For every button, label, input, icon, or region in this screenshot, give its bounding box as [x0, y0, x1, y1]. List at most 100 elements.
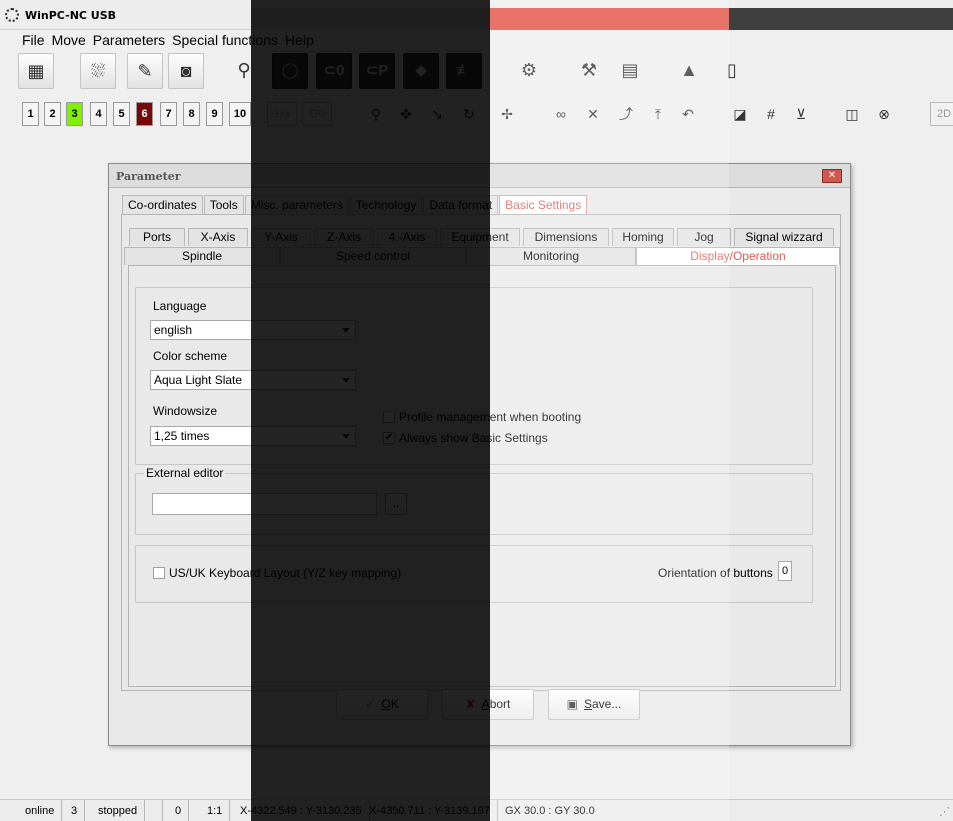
color-scheme-select[interactable]: Aqua Light Slate: [150, 370, 356, 390]
clapper-icon[interactable]: ▦: [18, 53, 54, 89]
probe-icon[interactable]: ⚲: [226, 53, 262, 89]
crossed-axes-icon[interactable]: ✕: [580, 102, 606, 126]
cube-icon[interactable]: ◫: [839, 102, 865, 126]
calculator-icon[interactable]: ▤: [612, 53, 648, 89]
slot-button-5[interactable]: 5: [113, 102, 130, 126]
ok-button[interactable]: ✓ OK: [336, 689, 428, 720]
view-2d-button[interactable]: 2D: [930, 102, 953, 126]
menu-move[interactable]: Move: [52, 32, 86, 50]
pen-icon[interactable]: ✎: [127, 53, 163, 89]
warning-icon[interactable]: ▲: [671, 53, 707, 89]
subtab-z-axis[interactable]: Z-Axis: [314, 228, 374, 246]
move-cross-icon[interactable]: ✥: [393, 102, 419, 126]
menu-file[interactable]: File: [22, 32, 45, 50]
external-editor-group: External editor ..: [135, 466, 813, 535]
goto-park-button[interactable]: ⊂P: [359, 53, 395, 89]
tab-misc-parameters[interactable]: Misc. parameters: [244, 195, 349, 215]
slot-button-10[interactable]: 10: [229, 102, 251, 126]
menu-parameters[interactable]: Parameters: [93, 32, 165, 50]
subtab-y-axis[interactable]: Y-Axis: [251, 228, 311, 246]
status-bar: online 3 stopped 0 1:1 X-4322.549 : Y-31…: [0, 799, 953, 821]
tab-basic-settings[interactable]: Basic Settings: [499, 195, 588, 215]
menu-bar: File Move Parameters Special functions H…: [0, 32, 314, 50]
subtab-jog[interactable]: Jog: [677, 228, 731, 246]
speed-1xx-button[interactable]: 1xx: [267, 102, 297, 126]
status-coords-2: X-4350.711 : Y-3139.197: [362, 800, 498, 821]
rotate-icon[interactable]: ↻: [456, 102, 482, 126]
subtab-display-operation[interactable]: Display/Operation: [636, 247, 840, 265]
tool-change-icon[interactable]: ≢: [446, 53, 482, 89]
book-icon[interactable]: ▯: [714, 53, 750, 89]
window-controls: ✕: [879, 10, 945, 24]
tab-tools[interactable]: Tools: [203, 195, 244, 215]
menu-special-functions[interactable]: Special functions: [172, 32, 278, 50]
keyboard-layout-label: US/UK Keyboard Layout (Y/Z key mapping): [169, 566, 402, 580]
subtab-homing[interactable]: Homing: [612, 228, 674, 246]
always-show-basic-settings-label: Always show Basic Settings: [399, 431, 548, 445]
camera-icon[interactable]: ◙: [168, 53, 204, 89]
abort-button[interactable]: ✘ Abort: [442, 689, 534, 720]
profile-management-label: Profile management when booting: [399, 410, 582, 424]
windowsize-select[interactable]: 1,25 times: [150, 426, 356, 446]
slot-button-7[interactable]: 7: [160, 102, 177, 126]
check-icon: ✓: [365, 697, 376, 711]
glasses-icon[interactable]: ∞: [548, 102, 574, 126]
pointer-icon[interactable]: ✢: [494, 102, 520, 126]
undo-icon[interactable]: ↶: [675, 102, 701, 126]
fill-icon[interactable]: ◪: [727, 102, 753, 126]
scale-100-icon[interactable]: ⤒: [645, 102, 671, 126]
goto-zero-button[interactable]: ⊂0: [316, 53, 352, 89]
diagonal-icon[interactable]: ↘: [424, 102, 450, 126]
language-select[interactable]: english: [150, 320, 356, 340]
subtab-equipment[interactable]: Equipment: [440, 228, 520, 246]
subtab-x-axis[interactable]: X-Axis: [188, 228, 248, 246]
slot-button-1[interactable]: 1: [22, 102, 39, 126]
dialog-close-button[interactable]: ✕: [822, 169, 842, 183]
slot-button-3[interactable]: 3: [66, 102, 83, 126]
floppy-disk-icon: ▣: [566, 697, 578, 711]
reset-icon[interactable]: ◯: [272, 53, 308, 89]
angle-icon[interactable]: ⊻: [788, 102, 814, 126]
windowsize-value: 1,25 times: [154, 429, 210, 443]
slot-button-8[interactable]: 8: [183, 102, 200, 126]
always-show-basic-settings-checkbox[interactable]: ✔: [383, 432, 395, 444]
grid-icon[interactable]: #: [758, 102, 784, 126]
rotate-90-icon[interactable]: ⤴: [613, 102, 639, 126]
subtab-ports[interactable]: Ports: [129, 228, 185, 246]
orientation-input[interactable]: 0: [778, 561, 792, 581]
tab-coordinates[interactable]: Co-ordinates: [122, 195, 203, 215]
load-icon[interactable]: ⛆: [80, 53, 116, 89]
menu-help[interactable]: Help: [285, 32, 314, 50]
tab-technology[interactable]: Technology: [349, 195, 423, 215]
slot-button-2[interactable]: 2: [44, 102, 61, 126]
slot-button-4[interactable]: 4: [90, 102, 107, 126]
tab-data-format[interactable]: Data format: [423, 195, 499, 215]
slot-button-9[interactable]: 9: [206, 102, 223, 126]
wrench-icon[interactable]: ⚒: [571, 53, 607, 89]
atom-icon[interactable]: ⊗: [871, 102, 897, 126]
subtab-monitoring[interactable]: Monitoring: [466, 247, 636, 265]
status-grid: GX 30.0 : GY 30.0: [505, 805, 595, 817]
main-toolbar: ▦ ⛆ ✎ ◙ ⚲ ◯ ⊂0 ⊂P ◆ ≢ ⚙ ⚒ ▤ ▲ ▯: [18, 53, 953, 93]
subtab-signal-wizzard[interactable]: Signal wizzard: [734, 228, 834, 246]
save-button[interactable]: ▣ Save...: [548, 689, 640, 720]
x-icon: ✘: [465, 697, 476, 711]
slot-button-6[interactable]: 6: [136, 102, 153, 126]
subtab-speed-control[interactable]: Speed control: [280, 247, 466, 265]
subtab-dimensions[interactable]: Dimensions: [523, 228, 609, 246]
browse-button[interactable]: ..: [385, 493, 407, 515]
maximize-button[interactable]: [902, 10, 922, 24]
zoom-icon[interactable]: ⚲: [363, 102, 389, 126]
resize-grip-icon[interactable]: ⋰: [939, 805, 950, 818]
minimize-button[interactable]: [879, 10, 899, 24]
close-window-button[interactable]: ✕: [925, 10, 945, 24]
gamepad-icon[interactable]: ◆: [403, 53, 439, 89]
g0-button[interactable]: G0: [302, 102, 332, 126]
keyboard-layout-checkbox[interactable]: [153, 567, 165, 579]
settings-gears-icon[interactable]: ⚙: [511, 53, 547, 89]
subtab-4-axis[interactable]: 4.-Axis: [377, 228, 437, 246]
external-editor-input[interactable]: [152, 493, 377, 515]
subtab-spindle[interactable]: Spindle: [124, 247, 280, 265]
main-tabs: Co-ordinates Tools Misc. parameters Tech…: [122, 195, 588, 215]
profile-management-checkbox[interactable]: [383, 411, 395, 423]
